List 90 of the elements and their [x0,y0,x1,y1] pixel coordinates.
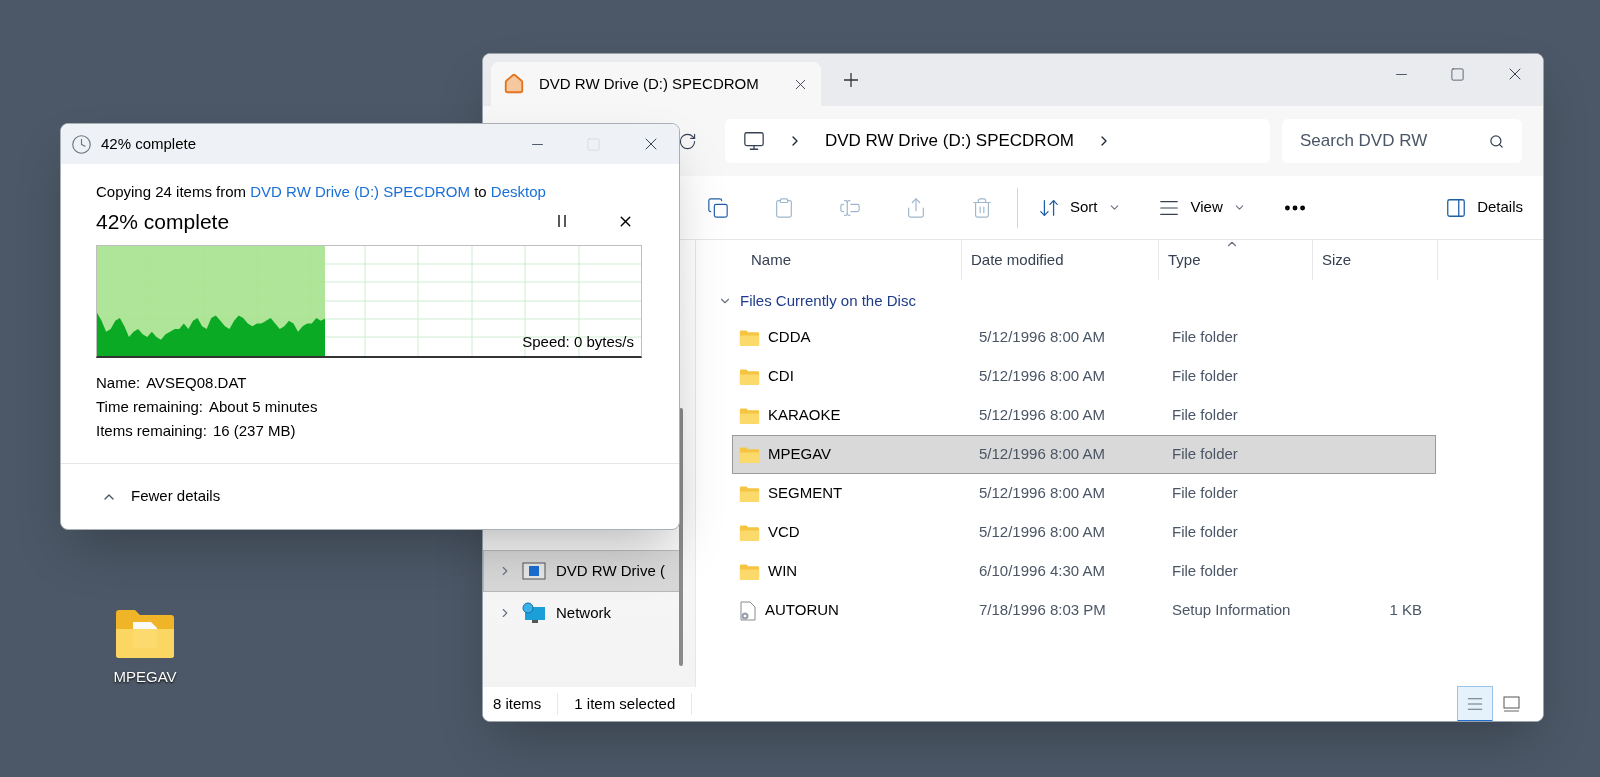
pause-icon[interactable] [557,215,567,228]
column-header[interactable]: Type [1159,240,1313,280]
type-cell-text: File folder [1172,522,1239,543]
search-placeholder: Search DVD RW [1300,130,1428,153]
detail-label: Name: [96,373,141,393]
file-name: CDDA [768,327,811,348]
file-name: VCD [768,522,800,543]
file-name: MPEGAV [768,444,832,465]
date-cell-text: 5/12/1996 8:00 AM [979,444,1106,465]
refresh-icon[interactable] [678,131,697,151]
file-row[interactable]: AUTORUN 7/18/1996 8:03 PM Setup Information 1 KB [732,591,1436,630]
dialog-title: 42% complete [101,133,197,154]
item-count: 8 items [493,692,559,716]
nav-label: Network [556,602,611,623]
detail-label: Time remaining: [96,397,203,417]
breadcrumb[interactable]: DVD RW Drive (D:) SPECDROM [825,128,1075,154]
column-header[interactable]: Name [742,240,962,280]
folder-icon [739,406,760,425]
file-gear-icon [739,600,757,621]
date-cell-text: 5/12/1996 8:00 AM [979,483,1106,504]
folder-icon [114,608,176,660]
folder-icon [739,445,760,464]
computer-icon [743,130,765,152]
file-name: KARAOKE [768,405,841,426]
details-pane-icon [1445,196,1468,219]
date-cell-text: 5/12/1996 8:00 AM [979,405,1106,426]
size-cell-text: 1 KB [1388,600,1422,621]
column-header[interactable]: Date modified [962,240,1159,280]
type-cell-text: File folder [1172,366,1239,387]
group-header[interactable]: Files Currently on the Disc [740,289,916,313]
speed-reading: Speed: 0 bytes/s [522,331,634,352]
type-cell-text: Setup Information [1172,600,1292,621]
folder-icon [739,328,760,347]
nav-label: DVD RW Drive ( [556,560,665,581]
folder-icon [739,484,760,503]
folder-icon [739,367,760,386]
date-cell-text: 5/12/1996 8:00 AM [979,366,1106,387]
tiles-icon [1502,695,1520,713]
file-row[interactable]: CDDA 5/12/1996 8:00 AM File folder [732,318,1436,357]
file-row[interactable]: KARAOKE 5/12/1996 8:00 AM File folder [732,396,1436,435]
file-name: AUTORUN [765,600,839,621]
detail-value: About 5 minutes [209,397,318,417]
folder-icon [739,562,760,581]
nav-item[interactable]: Network [483,592,683,634]
copy-icon[interactable] [707,196,729,219]
date-cell-text: 7/18/1996 8:03 PM [979,600,1107,621]
date-cell-text: 5/12/1996 8:00 AM [979,522,1106,543]
detail-value: 16 (237 MB) [212,421,296,441]
desktop-icon-label: MPEGAV [113,667,177,687]
file-row[interactable]: CDI 5/12/1996 8:00 AM File folder [732,357,1436,396]
file-row[interactable]: SEGMENT 5/12/1996 8:00 AM File folder [732,474,1436,513]
selection-count: 1 item selected [558,692,693,716]
details-view-button[interactable] [1457,686,1493,721]
new-tab-button[interactable] [843,72,859,88]
clock-icon [71,133,92,155]
home-icon [503,73,525,95]
tab-title: DVD RW Drive (D:) SPECDROM [539,73,760,94]
column-header[interactable]: Size [1313,240,1438,280]
address-bar[interactable]: DVD RW Drive (D:) SPECDROM [725,119,1270,163]
type-cell-text: File folder [1172,327,1239,348]
drive-icon [522,561,546,581]
type-cell-text: File folder [1172,561,1239,582]
fewer-details-button[interactable]: Fewer details [101,485,221,508]
file-name: CDI [768,366,794,387]
type-cell-text: File folder [1172,444,1239,465]
date-cell-text: 6/10/1996 4:30 AM [979,561,1106,582]
destination-link[interactable]: Desktop [490,183,546,200]
date-cell-text: 5/12/1996 8:00 AM [979,327,1106,348]
copy-summary: Copying 24 items from DVD RW Drive (D:) SPECDROM to Desktop [96,182,547,202]
folder-icon [739,523,760,542]
progress-heading: 42% complete [96,208,230,235]
source-link[interactable]: DVD RW Drive (D:) SPECDROM [250,183,470,200]
file-name: SEGMENT [768,483,843,504]
file-name: WIN [768,561,798,582]
network-icon [522,602,546,624]
search-icon [1489,133,1504,149]
file-row[interactable]: VCD 5/12/1996 8:00 AM File folder [732,513,1436,552]
type-cell-text: File folder [1172,405,1239,426]
detail-value: AVSEQ08.DAT [146,373,247,393]
file-row[interactable]: WIN 6/10/1996 4:30 AM File folder [732,552,1436,591]
maximize-icon[interactable] [1450,66,1465,82]
view-button[interactable]: View [1156,196,1246,219]
search-field[interactable]: Search DVD RW [1282,119,1522,163]
details-button[interactable]: Details [1445,196,1523,219]
file-row[interactable]: MPEGAV 5/12/1996 8:00 AM File folder [732,435,1436,474]
type-cell-text: File folder [1172,483,1239,504]
tab[interactable]: DVD RW Drive (D:) SPECDROM [491,62,821,106]
desktop-icon[interactable]: MPEGAV [100,608,190,689]
sort-button[interactable]: Sort [1038,196,1121,219]
detail-label: Items remaining: [96,421,207,441]
